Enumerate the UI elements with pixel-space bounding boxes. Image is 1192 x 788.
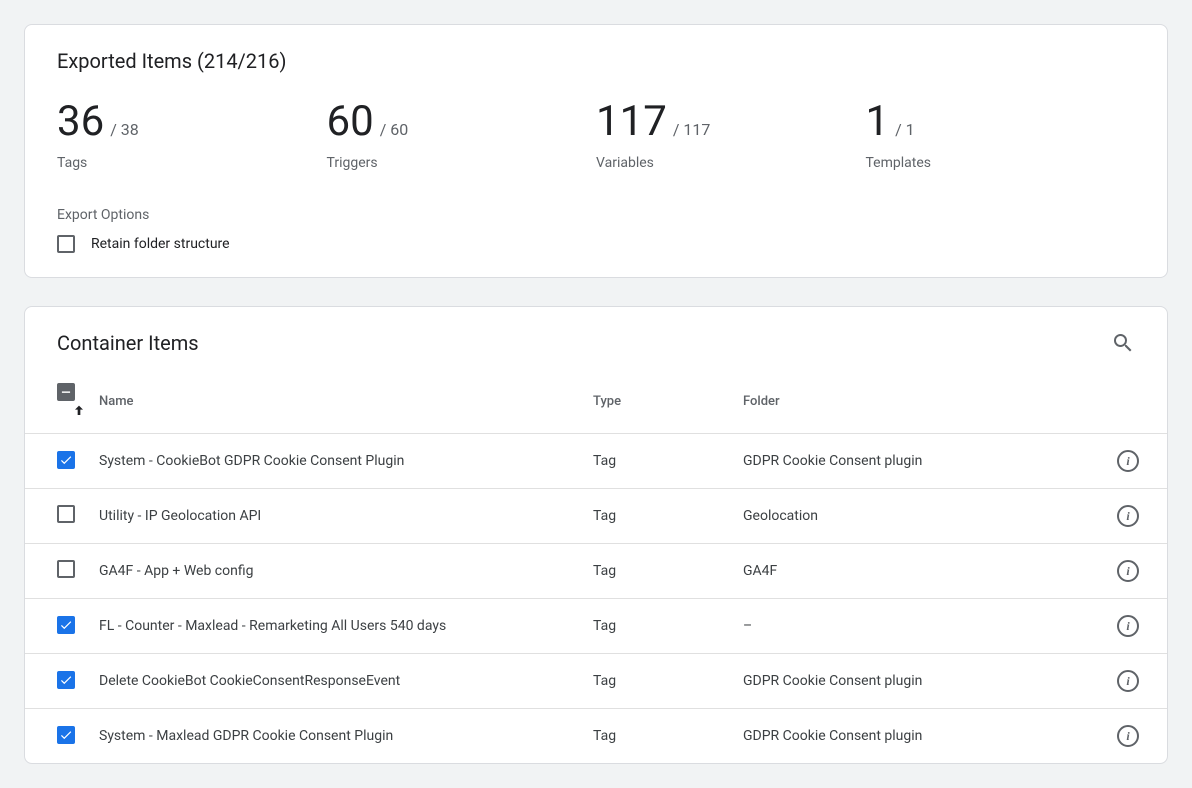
item-name: FL - Counter - Maxlead - Remarketing All… <box>99 599 593 654</box>
stat-tags: 36 / 38 Tags <box>57 101 327 171</box>
container-items-title: Container Items <box>57 331 199 355</box>
item-folder: Geolocation <box>743 489 1103 544</box>
info-icon[interactable]: i <box>1117 725 1139 747</box>
select-all-checkbox[interactable] <box>57 383 75 401</box>
item-folder: – <box>743 599 1103 654</box>
item-name: System - Maxlead GDPR Cookie Consent Plu… <box>99 709 593 764</box>
container-items-table: Name Type Folder System - CookieBot GDPR… <box>25 375 1167 763</box>
info-icon[interactable]: i <box>1117 670 1139 692</box>
item-type: Tag <box>593 709 743 764</box>
item-name: Delete CookieBot CookieConsentResponseEv… <box>99 654 593 709</box>
info-icon[interactable]: i <box>1117 505 1139 527</box>
search-icon[interactable] <box>1111 331 1135 355</box>
row-checkbox[interactable] <box>57 505 75 523</box>
export-options-label: Export Options <box>57 207 1135 223</box>
column-folder[interactable]: Folder <box>743 375 1103 434</box>
info-icon[interactable]: i <box>1117 615 1139 637</box>
stat-value: 117 <box>596 101 667 143</box>
item-folder: GA4F <box>743 544 1103 599</box>
column-type[interactable]: Type <box>593 375 743 434</box>
stat-total: / 60 <box>380 120 409 139</box>
column-name[interactable]: Name <box>99 375 593 434</box>
stat-variables: 117 / 117 Variables <box>596 101 866 171</box>
stat-value: 36 <box>57 101 104 143</box>
item-name: GA4F - App + Web config <box>99 544 593 599</box>
stat-value: 1 <box>866 101 890 143</box>
stat-templates: 1 / 1 Templates <box>866 101 1136 171</box>
row-checkbox[interactable] <box>57 560 75 578</box>
stat-label: Variables <box>596 155 866 171</box>
stat-label: Tags <box>57 155 327 171</box>
item-type: Tag <box>593 544 743 599</box>
table-row[interactable]: FL - Counter - Maxlead - Remarketing All… <box>25 599 1167 654</box>
stat-total: / 117 <box>673 120 711 139</box>
item-folder: GDPR Cookie Consent plugin <box>743 434 1103 489</box>
info-icon[interactable]: i <box>1117 560 1139 582</box>
item-type: Tag <box>593 599 743 654</box>
export-title: Exported Items (214/216) <box>57 49 1135 73</box>
container-items-card: Container Items Name Type Folder <box>24 306 1168 764</box>
retain-folder-label: Retain folder structure <box>91 236 230 252</box>
table-row[interactable]: System - CookieBot GDPR Cookie Consent P… <box>25 434 1167 489</box>
item-type: Tag <box>593 654 743 709</box>
item-folder: GDPR Cookie Consent plugin <box>743 709 1103 764</box>
item-name: System - CookieBot GDPR Cookie Consent P… <box>99 434 593 489</box>
table-row[interactable]: GA4F - App + Web configTagGA4F i <box>25 544 1167 599</box>
export-stats: 36 / 38 Tags 60 / 60 Triggers 117 / 117 … <box>57 101 1135 171</box>
row-checkbox[interactable] <box>57 671 75 689</box>
retain-folder-checkbox[interactable] <box>57 235 75 253</box>
stat-triggers: 60 / 60 Triggers <box>327 101 597 171</box>
row-checkbox[interactable] <box>57 616 75 634</box>
item-name: Utility - IP Geolocation API <box>99 489 593 544</box>
stat-label: Triggers <box>327 155 597 171</box>
export-summary-card: Exported Items (214/216) 36 / 38 Tags 60… <box>24 24 1168 278</box>
item-folder: GDPR Cookie Consent plugin <box>743 654 1103 709</box>
stat-label: Templates <box>866 155 1136 171</box>
table-row[interactable]: Utility - IP Geolocation APITagGeolocati… <box>25 489 1167 544</box>
row-checkbox[interactable] <box>57 451 75 469</box>
stat-total: / 38 <box>110 120 139 139</box>
item-type: Tag <box>593 434 743 489</box>
table-row[interactable]: Delete CookieBot CookieConsentResponseEv… <box>25 654 1167 709</box>
table-row[interactable]: System - Maxlead GDPR Cookie Consent Plu… <box>25 709 1167 764</box>
row-checkbox[interactable] <box>57 726 75 744</box>
stat-value: 60 <box>327 101 374 143</box>
item-type: Tag <box>593 489 743 544</box>
stat-total: / 1 <box>895 120 915 139</box>
info-icon[interactable]: i <box>1117 450 1139 472</box>
sort-asc-icon[interactable] <box>71 403 87 419</box>
